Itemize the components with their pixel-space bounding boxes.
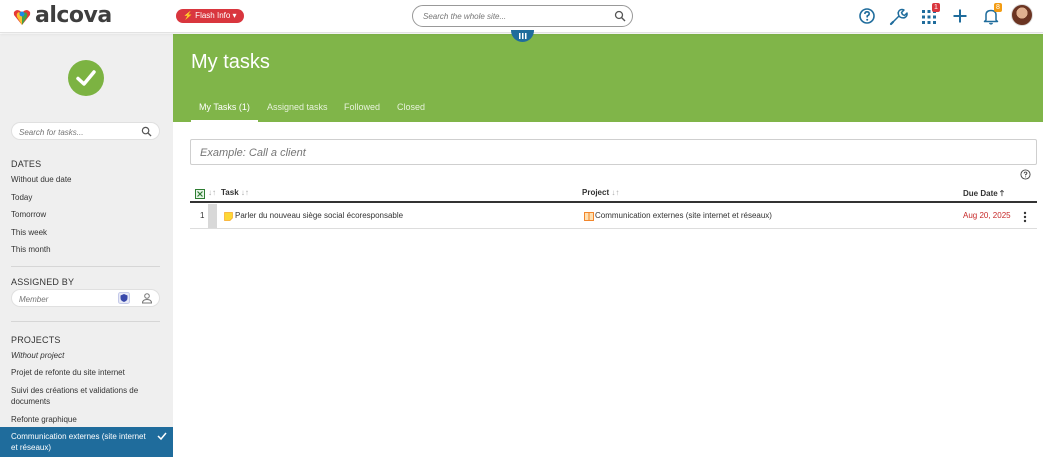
more-options-icon[interactable]: [1023, 211, 1027, 223]
task-due-date: Aug 20, 2025: [963, 211, 1011, 220]
drag-handle[interactable]: [208, 204, 217, 228]
help-icon[interactable]: [856, 5, 878, 27]
task-project[interactable]: Communication externes (site internet et…: [595, 211, 772, 220]
projects-section-title: PROJECTS: [11, 335, 61, 345]
flash-info-button[interactable]: ⚡ Flash Info ▾: [176, 9, 244, 23]
project-filter-refonte-graphique[interactable]: Refonte graphique: [11, 414, 161, 425]
section-divider: [11, 321, 160, 322]
project-filter-label: Communication externes (site internet et…: [11, 432, 146, 452]
tasks-check-badge: [68, 60, 104, 96]
tasks-table-header: ↓↑ Task ↓↑ Project ↓↑ Due Date 🡑: [190, 184, 1037, 203]
page-title: My tasks: [191, 51, 270, 73]
task-title[interactable]: Parler du nouveau siège social écorespon…: [235, 211, 403, 220]
notifications-badge: 8: [994, 3, 1002, 12]
project-filter-refonte-site[interactable]: Projet de refonte du site internet: [11, 367, 161, 378]
project-filter-communication-externes[interactable]: Communication externes (site internet et…: [0, 427, 173, 457]
team-shield-icon[interactable]: [118, 292, 130, 304]
selected-check-icon: [157, 432, 167, 441]
plus-icon[interactable]: [949, 5, 971, 27]
member-filter-box[interactable]: [11, 289, 160, 307]
date-filter-this-week[interactable]: This week: [11, 227, 161, 238]
excel-export-icon[interactable]: [195, 189, 205, 199]
brand-name: alcova: [35, 3, 112, 28]
date-filter-tomorrow[interactable]: Tomorrow: [11, 209, 161, 220]
apps-badge: 1: [932, 3, 940, 12]
tab-assigned-tasks[interactable]: Assigned tasks: [259, 98, 336, 122]
dates-section-title: DATES: [11, 159, 42, 169]
section-divider: [11, 266, 160, 267]
alcova-logo[interactable]: alcova: [11, 5, 112, 27]
logo-mark-icon: [13, 10, 31, 25]
task-search-input[interactable]: [19, 126, 139, 138]
tab-followed[interactable]: Followed: [336, 98, 388, 122]
checkmark-icon: [76, 70, 96, 86]
sort-icon[interactable]: ↓↑: [208, 188, 216, 197]
tab-my-tasks[interactable]: My Tasks (1): [191, 98, 258, 122]
date-filter-today[interactable]: Today: [11, 192, 161, 203]
sort-ascending-icon: 🡑: [999, 189, 1005, 198]
user-icon[interactable]: [141, 292, 153, 304]
search-icon[interactable]: [141, 126, 152, 137]
notifications-button[interactable]: 8: [980, 3, 1002, 27]
wrench-icon[interactable]: [887, 5, 909, 27]
top-bar: alcova ⚡ Flash Info ▾ 1: [0, 0, 1043, 33]
table-row[interactable]: 1 Parler du nouveau siège social écoresp…: [190, 204, 1037, 229]
date-filter-this-month[interactable]: This month: [11, 244, 161, 255]
member-input[interactable]: [19, 293, 109, 305]
column-header-project[interactable]: Project ↓↑: [582, 188, 619, 197]
sidebar: DATES Without due date Today Tomorrow Th…: [0, 34, 173, 457]
assigned-by-section-title: ASSIGNED BY: [11, 277, 75, 287]
site-search-box[interactable]: [412, 5, 633, 27]
page-header: My tasks My Tasks (1) Assigned tasks Fol…: [173, 34, 1043, 122]
project-filter-without-project[interactable]: Without project: [11, 350, 161, 361]
help-icon[interactable]: [1020, 169, 1031, 180]
date-filter-without-due-date[interactable]: Without due date: [11, 174, 161, 185]
new-task-box[interactable]: [190, 139, 1037, 165]
sort-icon: ↓↑: [240, 188, 249, 197]
site-search-input[interactable]: [423, 10, 603, 23]
column-header-task[interactable]: Task ↓↑: [221, 188, 249, 197]
project-filter-suivi-creations[interactable]: Suivi des créations et validations de do…: [11, 385, 161, 407]
search-icon[interactable]: [614, 10, 626, 22]
tab-closed[interactable]: Closed: [389, 98, 433, 122]
apps-grid-button[interactable]: 1: [918, 3, 940, 27]
column-header-due-label: Due Date: [963, 189, 998, 198]
row-number: 1: [200, 211, 205, 220]
column-header-project-label: Project: [582, 188, 610, 197]
task-search-box[interactable]: [11, 122, 160, 140]
new-task-input[interactable]: [200, 146, 1000, 160]
user-avatar[interactable]: [1011, 4, 1033, 26]
column-header-due-date[interactable]: Due Date 🡑: [963, 188, 1004, 202]
project-folder-icon: [584, 212, 594, 221]
sort-icon: ↓↑: [611, 188, 620, 197]
sticky-note-icon: [224, 212, 233, 221]
grip-lines-icon: [518, 33, 526, 39]
column-header-task-label: Task: [221, 188, 239, 197]
